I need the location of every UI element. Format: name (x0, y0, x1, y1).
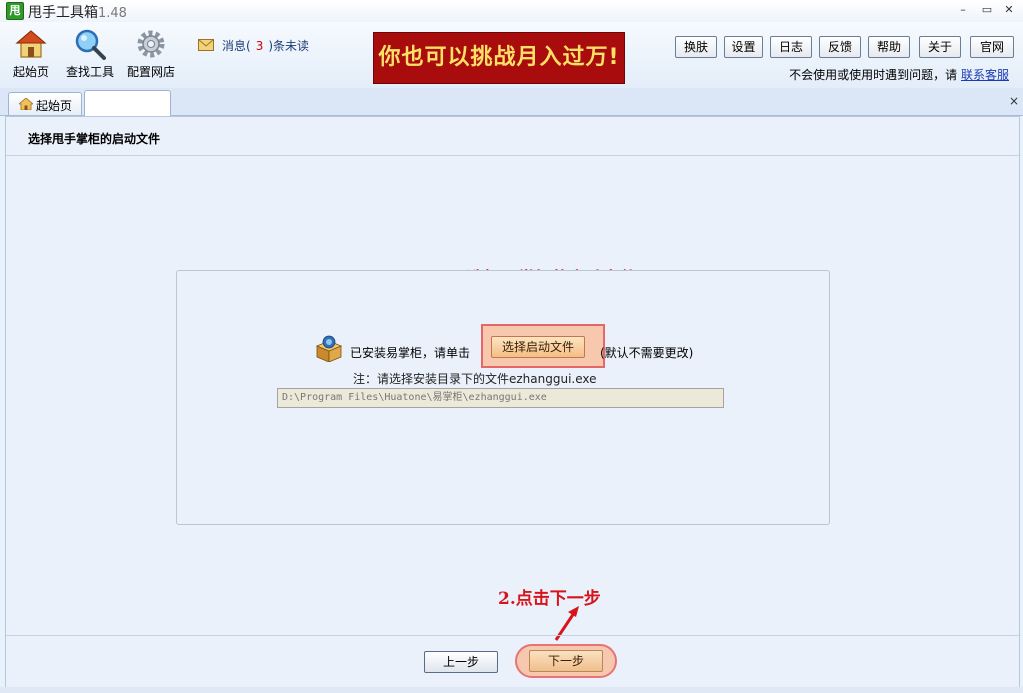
app-version: 1.48 (98, 6, 127, 21)
next-step-button[interactable]: 下一步 (529, 650, 603, 672)
startup-file-path-field[interactable]: D:\Program Files\Huatone\易掌柜\ezhanggui.e… (277, 388, 724, 408)
close-tab-button[interactable]: × (1009, 94, 1019, 108)
gear-icon (137, 30, 165, 58)
help-button[interactable]: 帮助 (868, 36, 910, 58)
tool-config-shop-button[interactable]: 配置网店 (121, 28, 181, 80)
help-line: 不会使用或使用时遇到问题，请 联系客服 (789, 66, 1009, 83)
footer-divider (6, 635, 1019, 636)
message-notice[interactable]: 消息( 3 )条未读 (198, 37, 309, 54)
title-divider (6, 155, 1019, 156)
prev-step-button[interactable]: 上一步 (424, 651, 498, 673)
default-note: (默认不需要更改) (600, 346, 694, 360)
tab-start-page-label: 起始页 (36, 99, 73, 113)
wizard-panel: 选择甩手掌柜的启动文件 1.选择易掌柜的启动文件 已安装易掌柜，请单击 选择启动… (5, 116, 1020, 688)
message-count: 3 (255, 39, 264, 53)
home-icon (15, 30, 47, 58)
installer-box-icon (315, 335, 343, 362)
tool-home-button[interactable]: 起始页 (1, 28, 61, 80)
toolbar: 起始页 查找工具 配置网店 消息( 3 )条未读 你也可以挑战月入过万! 换肤 设置… (0, 22, 1023, 89)
annotation-arrow-2 (554, 606, 579, 641)
tab-start-page[interactable]: 起始页 (8, 92, 82, 115)
tool-search-button[interactable]: 查找工具 (60, 28, 120, 80)
page-title: 选择甩手掌柜的启动文件 (28, 132, 161, 146)
next-button-highlight: 下一步 (515, 644, 617, 678)
choose-button-highlight: 选择启动文件 (481, 324, 605, 368)
installed-label: 已安装易掌柜，请单击 (350, 346, 471, 360)
feedback-button[interactable]: 反馈 (819, 36, 861, 58)
app-logo: 甩 (6, 2, 24, 20)
tab-bar: 起始页 × (0, 88, 1023, 116)
settings-button[interactable]: 设置 (724, 36, 763, 58)
file-select-box: 已安装易掌柜，请单击 选择启动文件 (默认不需要更改) 注：请选择安装目录下的文… (176, 270, 830, 525)
message-suffix: )条未读 (268, 39, 310, 53)
app-name: 甩手工具箱 (28, 5, 98, 21)
minimize-button[interactable]: – (955, 3, 971, 17)
about-button[interactable]: 关于 (919, 36, 961, 58)
maximize-button[interactable]: ▭ (979, 3, 995, 17)
close-window-button[interactable]: ✕ (1001, 3, 1017, 17)
skin-button[interactable]: 换肤 (675, 36, 717, 58)
tab-active[interactable] (84, 90, 171, 116)
help-text: 不会使用或使用时遇到问题，请 (789, 68, 958, 82)
app-title: 甩手工具箱1.48 (28, 2, 127, 22)
search-icon (75, 29, 106, 60)
choose-startup-file-button[interactable]: 选择启动文件 (491, 336, 585, 358)
status-bar (0, 687, 1023, 693)
home-icon (19, 98, 33, 110)
envelope-icon (198, 39, 214, 51)
message-prefix: 消息( (222, 39, 251, 53)
tool-search-label: 查找工具 (65, 65, 114, 79)
tool-home-label: 起始页 (12, 65, 49, 79)
file-note: 注：请选择安装目录下的文件ezhanggui.exe (353, 372, 597, 386)
contact-support-link[interactable]: 联系客服 (961, 68, 1009, 82)
log-button[interactable]: 日志 (770, 36, 812, 58)
title-bar: 甩 甩手工具箱1.48 – ▭ ✕ (0, 0, 1023, 22)
website-button[interactable]: 官网 (970, 36, 1014, 58)
ad-banner[interactable]: 你也可以挑战月入过万! (373, 32, 625, 84)
tool-config-shop-label: 配置网店 (126, 65, 175, 79)
